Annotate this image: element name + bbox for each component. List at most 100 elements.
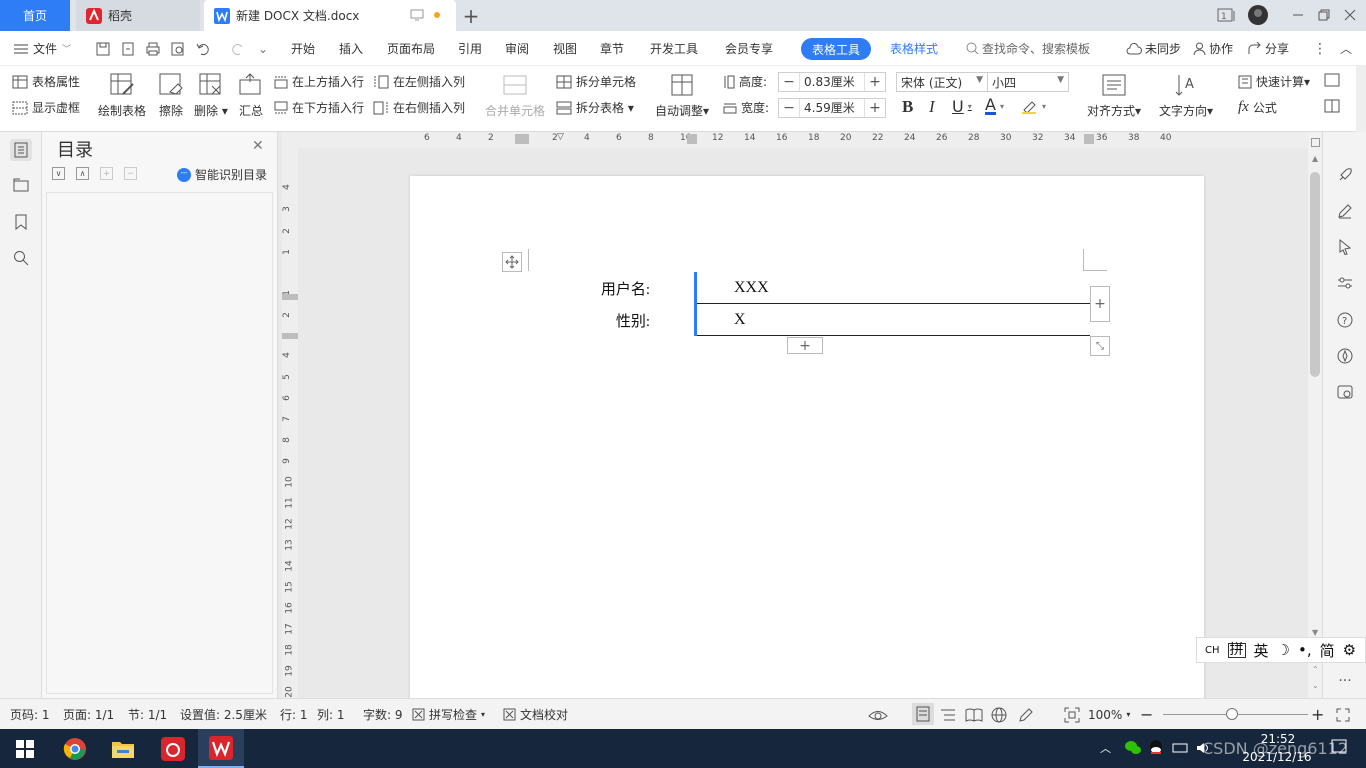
outline-list[interactable] (46, 192, 273, 694)
write-mode-icon[interactable] (1018, 699, 1034, 730)
compass-icon[interactable] (1334, 345, 1356, 367)
remove-heading-icon[interactable]: − (124, 167, 137, 180)
add-column-button[interactable]: + (1090, 286, 1110, 322)
qq-icon[interactable] (1148, 739, 1164, 757)
moon-icon[interactable]: ☽ (1277, 641, 1290, 659)
quick-calc-button[interactable]: 快速计算▾ (1238, 73, 1310, 90)
tray-expand-icon[interactable]: ︿ (1100, 740, 1111, 756)
ime-pinyin[interactable]: 拼 (1227, 642, 1246, 658)
outline-view-icon[interactable] (940, 699, 956, 730)
file-menu[interactable]: 文件 ﹀ (14, 31, 71, 66)
scroll-up-icon[interactable]: ▲ (1312, 154, 1318, 163)
table-cell-value[interactable]: X (696, 304, 1090, 336)
table-move-handle-icon[interactable] (502, 252, 522, 272)
status-row[interactable]: 行: 1 (280, 699, 308, 730)
erase-button[interactable]: 擦除 (158, 72, 184, 119)
more-icon[interactable]: ··· (1334, 670, 1356, 692)
reading-view-icon[interactable] (965, 699, 983, 730)
vertical-ruler[interactable]: 43211234567891011121314151617181920 (282, 148, 298, 698)
ime-ch[interactable]: CH (1205, 645, 1220, 656)
width-stepper[interactable]: − 4.59厘米 + (778, 98, 886, 118)
ime-simplified[interactable]: 简 (1320, 640, 1335, 661)
table-row[interactable]: 性别: X (560, 304, 1090, 336)
help-icon[interactable]: ? (1334, 309, 1356, 331)
share-button[interactable]: 分享 (1248, 31, 1289, 66)
sliders-icon[interactable] (1334, 272, 1356, 294)
row-marker[interactable] (282, 294, 298, 300)
align-button[interactable]: 对齐方式▾ (1087, 72, 1141, 119)
width-increase-button[interactable]: + (865, 99, 885, 117)
collab-button[interactable]: 协作 (1193, 31, 1233, 66)
formula-button[interactable]: fx 公式 (1238, 99, 1277, 116)
eye-icon[interactable] (868, 699, 888, 730)
tab-daoke[interactable]: 稻壳 (76, 0, 200, 31)
ribbon-overflow-icon-2[interactable] (1324, 99, 1340, 113)
undo-icon[interactable] (195, 31, 217, 66)
add-row-button[interactable]: + (787, 337, 823, 354)
font-size-select[interactable]: 小四 ▼ (987, 72, 1069, 92)
insert-row-below-button[interactable]: 在下方插入行 (274, 99, 364, 116)
highlight-icon[interactable]: ▾ (1020, 98, 1046, 114)
bold-icon[interactable]: B (902, 97, 913, 117)
menu-item-table-tools[interactable]: 表格工具 (801, 38, 872, 60)
menu-item-review[interactable]: 审阅 (505, 31, 529, 66)
proofread-button[interactable]: 文档校对 (503, 699, 568, 730)
monitor-icon[interactable] (410, 9, 424, 21)
resize-table-icon[interactable]: ⤡ (1090, 336, 1110, 356)
collapse-icon[interactable]: ∧ (76, 167, 89, 180)
close-icon[interactable] (1338, 4, 1362, 26)
zoom-out-button[interactable]: − (1140, 699, 1153, 730)
redo-icon[interactable] (230, 31, 248, 66)
delete-button[interactable]: 删除 ▾ (194, 72, 228, 119)
document-table[interactable]: 用户名: XXX 性别: X (560, 272, 1090, 336)
new-tab-button[interactable]: + (458, 0, 484, 31)
row-marker[interactable] (282, 333, 298, 339)
file-explorer-icon[interactable] (100, 729, 146, 768)
search-icon[interactable] (10, 247, 32, 269)
document-canvas[interactable]: 用户名: XXX 性别: X + + ⤡ (298, 148, 1308, 698)
more-options-icon[interactable]: ⋮ (1313, 31, 1327, 66)
chapter-nav-icon[interactable] (10, 174, 32, 196)
menu-item-start[interactable]: 开始 (291, 31, 315, 66)
menu-item-table-style[interactable]: 表格样式 (890, 31, 938, 66)
width-value[interactable]: 4.59厘米 (799, 99, 865, 117)
vertical-scrollbar[interactable]: ▲ ▼ ⌃ ⌄ (1308, 132, 1322, 698)
window-count-icon[interactable]: 1 (1215, 4, 1239, 26)
notification-icon[interactable] (1330, 738, 1348, 756)
horizontal-ruler[interactable]: 6 4 2 2 4 6 8 10 12 14 16 18 20 22 24 26 28 30 32 34 36 38 40 … (282, 132, 1308, 148)
rocket-icon[interactable] (1334, 164, 1356, 186)
collapse-ribbon-icon[interactable]: ︿ (1340, 31, 1352, 66)
sync-button[interactable]: 未同步 (1126, 31, 1181, 66)
print-icon[interactable] (145, 31, 161, 66)
text-direction-button[interactable]: A 文字方向▾ (1159, 72, 1213, 119)
height-increase-button[interactable]: + (865, 73, 885, 91)
add-heading-icon[interactable]: + (100, 167, 113, 180)
netease-music-icon[interactable] (150, 729, 196, 768)
status-col[interactable]: 列: 1 (317, 699, 345, 730)
column-marker[interactable] (687, 134, 697, 144)
split-cells-button[interactable]: 拆分单元格 (556, 73, 636, 90)
zoom-level[interactable]: 100% ▾ (1088, 699, 1130, 730)
zoom-slider-thumb[interactable] (1226, 708, 1238, 720)
indent-marker-icon[interactable]: ▽ (557, 132, 564, 142)
scroll-top-icon[interactable] (1311, 138, 1320, 147)
document-page[interactable]: 用户名: XXX 性别: X + + ⤡ (410, 176, 1204, 698)
ime-toolbar[interactable]: CH 拼 英 ☽ •, 简 ⚙ ⋮ (1196, 637, 1366, 663)
font-color-icon[interactable]: A ▾ (985, 97, 1004, 115)
menu-item-vip[interactable]: 会员专享 (725, 31, 773, 66)
underline-icon[interactable]: U ▾ (952, 97, 972, 116)
punctuation-icon[interactable]: •, (1298, 641, 1312, 659)
italic-icon[interactable]: I (929, 97, 935, 117)
close-icon[interactable]: ✕ (252, 138, 264, 154)
cursor-icon[interactable] (1334, 236, 1356, 258)
web-view-icon[interactable] (991, 699, 1007, 730)
command-search[interactable]: 查找命令、搜索模板 (966, 31, 1090, 66)
status-word-count[interactable]: 字数: 9 (363, 699, 403, 730)
quick-access-more-icon[interactable]: ⌄ (258, 31, 268, 66)
prev-page-icon[interactable]: ⌃ (1312, 665, 1319, 674)
insert-col-right-button[interactable]: 在右侧插入列 (373, 99, 465, 116)
menu-item-references[interactable]: 引用 (458, 31, 482, 66)
menu-item-insert[interactable]: 插入 (339, 31, 363, 66)
next-page-icon[interactable]: ⌄ (1312, 681, 1319, 690)
windows-start-icon[interactable] (2, 729, 48, 768)
